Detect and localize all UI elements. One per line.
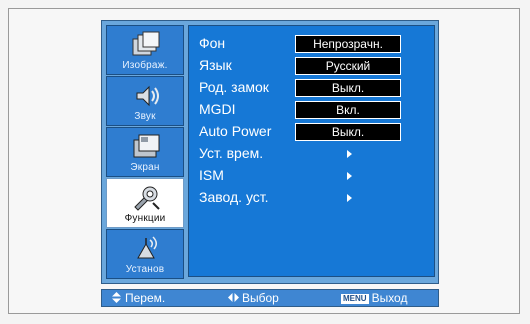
antenna-icon bbox=[137, 236, 157, 259]
menu-row-value[interactable]: Выкл. bbox=[295, 123, 401, 141]
help-bar: Перем. Выбор MENU Выход bbox=[101, 289, 439, 307]
screen-icon bbox=[133, 134, 160, 158]
submenu-arrow-icon bbox=[347, 194, 352, 202]
sidebar-item-screen[interactable]: Экран bbox=[106, 127, 184, 177]
menu-row-label: Язык bbox=[199, 57, 232, 73]
sidebar-item-label: Установ bbox=[125, 264, 165, 275]
menu-row-background[interactable]: Фон Непрозрачн. bbox=[199, 34, 431, 54]
sidebar-item-picture[interactable]: Изображ. bbox=[106, 25, 184, 75]
sidebar-item-setup[interactable]: Установ bbox=[106, 229, 184, 279]
menu-row-auto-power[interactable]: Auto Power Выкл. bbox=[199, 122, 431, 142]
submenu-arrow-icon bbox=[347, 172, 352, 180]
sidebar-item-label: Функции bbox=[124, 213, 166, 224]
help-select: Выбор bbox=[228, 291, 279, 305]
up-down-arrow-icon bbox=[112, 292, 121, 303]
menu-row-label: MGDI bbox=[199, 101, 236, 117]
menu-row-label: Auto Power bbox=[199, 123, 272, 139]
menu-row-label: Завод. уст. bbox=[199, 189, 269, 205]
sidebar-item-label: Изображ. bbox=[122, 60, 168, 71]
help-exit: MENU Выход bbox=[341, 291, 407, 305]
menu-row-time-setup[interactable]: Уст. врем. bbox=[199, 144, 431, 164]
menu-row-value[interactable]: Выкл. bbox=[295, 79, 401, 97]
help-move-label: Перем. bbox=[125, 291, 166, 305]
menu-row-value[interactable]: Непрозрачн. bbox=[295, 35, 401, 53]
category-sidebar: Изображ. Звук Экран Функции Установ bbox=[106, 25, 184, 280]
help-exit-label: Выход bbox=[371, 291, 408, 305]
menu-row-language[interactable]: Язык Русский bbox=[199, 56, 431, 76]
sidebar-item-functions[interactable]: Функции bbox=[106, 178, 184, 228]
functions-panel: Фон Непрозрачн. Язык Русский Род. замок … bbox=[188, 25, 435, 277]
sidebar-item-label: Звук bbox=[134, 111, 156, 122]
speaker-icon bbox=[136, 85, 159, 107]
help-move: Перем. bbox=[112, 291, 165, 305]
menu-row-label: Фон bbox=[199, 35, 226, 51]
submenu-arrow-icon bbox=[347, 150, 352, 158]
menu-row-factory-reset[interactable]: Завод. уст. bbox=[199, 188, 431, 208]
menu-row-value[interactable]: Русский bbox=[295, 57, 401, 75]
menu-row-ism[interactable]: ISM bbox=[199, 166, 431, 186]
sidebar-item-sound[interactable]: Звук bbox=[106, 76, 184, 126]
help-select-label: Выбор bbox=[242, 291, 279, 305]
menu-row-mgdi[interactable]: MGDI Вкл. bbox=[199, 100, 431, 120]
menu-key-icon: MENU bbox=[341, 294, 369, 304]
menu-row-label: Уст. врем. bbox=[199, 145, 264, 161]
picture-icon bbox=[132, 31, 160, 56]
osd-menu: Изображ. Звук Экран Функции Установ Фон … bbox=[101, 20, 439, 284]
menu-row-label: ISM bbox=[199, 167, 224, 183]
functions-icon bbox=[134, 186, 160, 211]
sidebar-item-label: Экран bbox=[130, 162, 160, 173]
menu-row-value[interactable]: Вкл. bbox=[295, 101, 401, 119]
menu-row-child-lock[interactable]: Род. замок Выкл. bbox=[199, 78, 431, 98]
submenu-arrow-icon bbox=[174, 193, 179, 201]
left-right-arrow-icon bbox=[228, 293, 239, 302]
menu-row-label: Род. замок bbox=[199, 79, 269, 95]
